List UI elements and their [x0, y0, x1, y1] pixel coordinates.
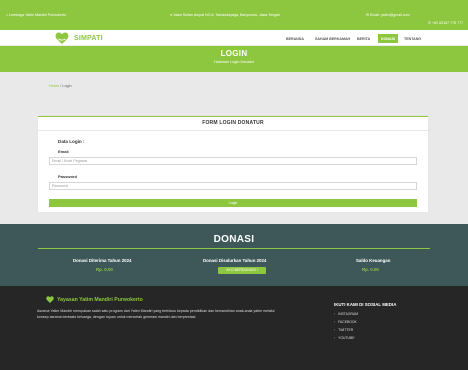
page-subtitle: Halaman Login Donatur [213, 60, 255, 64]
email-info[interactable]: ✉ Email: yatim@gmail.com [366, 13, 410, 17]
page-hero: LOGIN Halaman Login Donatur [0, 46, 468, 72]
nav-item-tentang[interactable]: TENTANG [404, 37, 421, 41]
password-label: Password [58, 174, 77, 179]
home-icon: ⌂ [6, 13, 9, 17]
stat-balance-value: Rp. 0.00 [362, 267, 379, 272]
breadcrumb-home[interactable]: Home [49, 84, 59, 88]
donation-title: DONASI [213, 234, 255, 245]
heart-icon [46, 296, 54, 303]
breadcrumb: Home / Login [49, 84, 72, 88]
stat-balance-label: Saldo Keuangan [356, 258, 391, 263]
form-section-label: Data Login : [58, 139, 85, 144]
social-heading: IKUTI KAMI DI SOSIAL MEDIA [334, 302, 397, 307]
stat-received-value: Rp. 0.00 [96, 267, 113, 272]
map-pin-icon: ● [170, 13, 173, 17]
chevron-right-icon: › [334, 320, 336, 324]
site-footer: Yayasan Yatim Mandiri Purwokerto Asrama … [0, 286, 468, 370]
phone-icon: ✆ [428, 21, 432, 25]
breadcrumb-current: Login [62, 84, 72, 88]
main-navbar: SIMPATI BERANDA SAHAM BERKAMAH BERITA DO… [0, 30, 468, 46]
chevron-right-icon: › [334, 336, 336, 340]
chevron-right-icon: › [334, 312, 336, 316]
social-link-youtube[interactable]: › YOUTUBE [334, 336, 355, 340]
social-link-facebook[interactable]: › FACEBOOK [334, 320, 357, 324]
phone-info[interactable]: ✆ +62 83187 775 777 [428, 21, 463, 25]
social-link-instagram[interactable]: › INSTAGRAM [334, 312, 358, 316]
nav-menu: BERANDA SAHAM BERKAMAH BERITA DONASI TEN… [0, 30, 468, 46]
mail-icon: ✉ [366, 13, 370, 17]
nav-item-berita[interactable]: BERITA [357, 37, 370, 41]
donation-section: DONASI Donasi Diterima Tahun 2024 Rp. 0.… [0, 224, 468, 286]
top-info-bar: ⌂ Lembaga Yatim Mandiri Purwokerto ● Jal… [0, 0, 468, 34]
email-input[interactable]: Email / Kode Pegawai [49, 157, 417, 165]
org-info: ⌂ Lembaga Yatim Mandiri Purwokerto [6, 13, 66, 17]
page-title: LOGIN [220, 49, 248, 58]
email-label: Email [58, 149, 69, 154]
footer-org-name: Yayasan Yatim Mandiri Purwokerto [57, 296, 143, 303]
chevron-right-icon: › [334, 328, 336, 332]
nav-item-donasi[interactable]: DONASI [378, 34, 398, 43]
login-button[interactable]: Login [49, 199, 417, 207]
nav-item-beranda[interactable]: BERANDA [286, 37, 304, 41]
stat-distributed-label: Donasi Disalurkan Tahun 2024 [203, 258, 267, 263]
password-input[interactable]: Password [49, 182, 417, 190]
stat-received-label: Donasi Diterima Tahun 2024 [73, 258, 132, 263]
footer-description: Asrama Yatim Mandiri merupakan salah sat… [37, 309, 275, 319]
donate-now-button[interactable]: AYO BERDONASI ! [218, 267, 266, 274]
donation-divider [38, 248, 430, 249]
form-divider [38, 130, 428, 131]
social-link-twitter[interactable]: › TWITTER [334, 328, 353, 332]
nav-item-saham-berkamah[interactable]: SAHAM BERKAMAH [315, 37, 350, 41]
form-title: FORM LOGIN DONATUR [202, 120, 264, 126]
login-form-card: FORM LOGIN DONATUR Data Login : Email Em… [38, 116, 428, 212]
footer-title: Yayasan Yatim Mandiri Purwokerto [46, 296, 143, 303]
address-info: ● Jalan Sultan Ampat NO.8, Tamandayaga, … [170, 13, 281, 17]
